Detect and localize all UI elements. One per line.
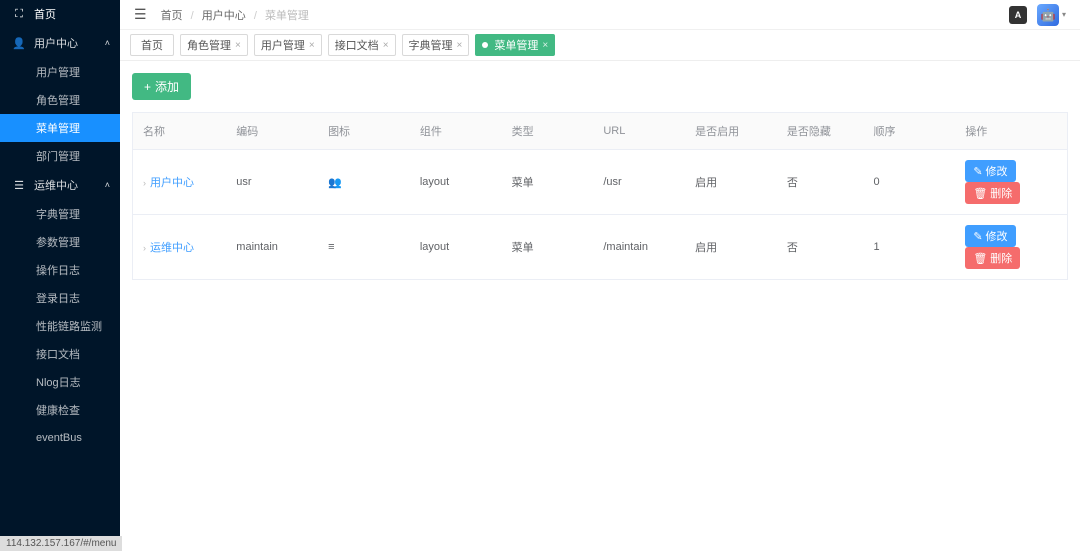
th-code: 编码 bbox=[226, 113, 318, 150]
caret-down-icon: ▾ bbox=[1062, 10, 1066, 19]
row-enabled: 启用 bbox=[685, 215, 777, 280]
th-hidden: 是否隐藏 bbox=[777, 113, 864, 150]
main: ☰ 首页 / 用户中心 / 菜单管理 A 🤖 ▾ 首页 角色管理× 用户管理× … bbox=[120, 0, 1080, 551]
row-hidden: 否 bbox=[777, 215, 864, 280]
sidebar-item-perf[interactable]: 性能链路监测 bbox=[0, 312, 120, 340]
sidebar-item-op-log[interactable]: 操作日志 bbox=[0, 256, 120, 284]
row-icon: ≡ bbox=[318, 215, 410, 280]
expand-caret-icon[interactable]: › bbox=[143, 178, 146, 188]
user-icon: 👤 bbox=[12, 37, 26, 50]
close-icon[interactable]: × bbox=[309, 40, 315, 51]
avatar: 🤖 bbox=[1037, 4, 1059, 26]
close-icon[interactable]: × bbox=[542, 40, 548, 51]
status-bar-url: 114.132.157.167/#/menu bbox=[0, 536, 122, 551]
sidebar: ⛶ 首页 👤 用户中心 ˄ 用户管理 角色管理 菜单管理 部门管理 ☰ 运维中心… bbox=[0, 0, 120, 551]
trash-icon: 🗑 bbox=[973, 187, 987, 200]
sidebar-group-label: 运维中心 bbox=[34, 177, 78, 193]
sidebar-home[interactable]: ⛶ 首页 bbox=[0, 0, 120, 28]
sidebar-item-health[interactable]: 健康检查 bbox=[0, 396, 120, 424]
tab-menu-mgmt[interactable]: 菜单管理× bbox=[475, 34, 555, 56]
row-order: 0 bbox=[864, 150, 956, 215]
sidebar-item-dept-mgmt[interactable]: 部门管理 bbox=[0, 142, 120, 170]
close-icon[interactable]: × bbox=[457, 40, 463, 51]
row-name[interactable]: ›运维中心 bbox=[133, 215, 227, 280]
row-icon: 👥 bbox=[318, 150, 410, 215]
row-type: 菜单 bbox=[502, 150, 594, 215]
th-url: URL bbox=[593, 113, 685, 150]
edit-icon: ✎ bbox=[973, 165, 982, 178]
breadcrumb-current: 菜单管理 bbox=[265, 10, 309, 22]
content-area: + 添加 名称 编码 图标 组件 类型 URL 是否启用 是否隐藏 顺序 bbox=[120, 61, 1080, 551]
collapse-sidebar-icon[interactable]: ☰ bbox=[134, 6, 147, 23]
row-url: /usr bbox=[593, 150, 685, 215]
user-menu[interactable]: 🤖 ▾ bbox=[1037, 4, 1066, 26]
row-order: 1 bbox=[864, 215, 956, 280]
language-toggle[interactable]: A bbox=[1009, 6, 1027, 24]
row-type: 菜单 bbox=[502, 215, 594, 280]
breadcrumb-link[interactable]: 首页 bbox=[161, 10, 183, 22]
th-type: 类型 bbox=[502, 113, 594, 150]
sidebar-item-dict[interactable]: 字典管理 bbox=[0, 200, 120, 228]
delete-button[interactable]: 🗑删除 bbox=[965, 182, 1020, 204]
edit-button[interactable]: ✎修改 bbox=[965, 225, 1015, 247]
row-code: maintain bbox=[226, 215, 318, 280]
dashboard-icon: ⛶ bbox=[12, 8, 26, 21]
sidebar-item-eventbus[interactable]: eventBus bbox=[0, 424, 120, 452]
expand-caret-icon[interactable]: › bbox=[143, 243, 146, 253]
sidebar-item-user-mgmt[interactable]: 用户管理 bbox=[0, 58, 120, 86]
menu-table: 名称 编码 图标 组件 类型 URL 是否启用 是否隐藏 顺序 操作 ›用户中心 bbox=[132, 112, 1068, 280]
th-enabled: 是否启用 bbox=[685, 113, 777, 150]
breadcrumb: 首页 / 用户中心 / 菜单管理 bbox=[161, 7, 309, 23]
table-row: ›运维中心 maintain ≡ layout 菜单 /maintain 启用 … bbox=[133, 215, 1068, 280]
ops-icon: ☰ bbox=[12, 179, 26, 192]
row-component: layout bbox=[410, 150, 502, 215]
table-row: ›用户中心 usr 👥 layout 菜单 /usr 启用 否 0 ✎修改 🗑删… bbox=[133, 150, 1068, 215]
row-name[interactable]: ›用户中心 bbox=[133, 150, 227, 215]
topbar: ☰ 首页 / 用户中心 / 菜单管理 A 🤖 ▾ bbox=[120, 0, 1080, 30]
table-header-row: 名称 编码 图标 组件 类型 URL 是否启用 是否隐藏 顺序 操作 bbox=[133, 113, 1068, 150]
th-actions: 操作 bbox=[955, 113, 1067, 150]
sidebar-group-label: 用户中心 bbox=[34, 35, 78, 51]
tab-api-doc[interactable]: 接口文档× bbox=[328, 34, 396, 56]
row-component: layout bbox=[410, 215, 502, 280]
plus-icon: + bbox=[144, 80, 151, 94]
sidebar-item-login-log[interactable]: 登录日志 bbox=[0, 284, 120, 312]
sidebar-item-nlog[interactable]: Nlog日志 bbox=[0, 368, 120, 396]
tab-role-mgmt[interactable]: 角色管理× bbox=[180, 34, 248, 56]
trash-icon: 🗑 bbox=[973, 252, 987, 265]
edit-button[interactable]: ✎修改 bbox=[965, 160, 1015, 182]
sidebar-item-role-mgmt[interactable]: 角色管理 bbox=[0, 86, 120, 114]
sidebar-home-label: 首页 bbox=[34, 6, 56, 22]
add-button[interactable]: + 添加 bbox=[132, 73, 191, 100]
chevron-up-icon: ˄ bbox=[105, 38, 110, 48]
th-order: 顺序 bbox=[864, 113, 956, 150]
row-actions: ✎修改 🗑删除 bbox=[955, 215, 1067, 280]
close-icon[interactable]: × bbox=[383, 40, 389, 51]
th-component: 组件 bbox=[410, 113, 502, 150]
breadcrumb-link[interactable]: 用户中心 bbox=[202, 10, 246, 22]
tab-home[interactable]: 首页 bbox=[130, 34, 174, 56]
row-actions: ✎修改 🗑删除 bbox=[955, 150, 1067, 215]
close-icon[interactable]: × bbox=[235, 40, 241, 51]
sidebar-group-ops-center[interactable]: ☰ 运维中心 ˄ bbox=[0, 170, 120, 200]
th-icon: 图标 bbox=[318, 113, 410, 150]
row-code: usr bbox=[226, 150, 318, 215]
row-enabled: 启用 bbox=[685, 150, 777, 215]
delete-button[interactable]: 🗑删除 bbox=[965, 247, 1020, 269]
active-dot-icon bbox=[482, 42, 488, 48]
row-hidden: 否 bbox=[777, 150, 864, 215]
th-name: 名称 bbox=[133, 113, 227, 150]
tab-user-mgmt[interactable]: 用户管理× bbox=[254, 34, 322, 56]
tab-dict-mgmt[interactable]: 字典管理× bbox=[402, 34, 470, 56]
sidebar-item-api-doc[interactable]: 接口文档 bbox=[0, 340, 120, 368]
sidebar-item-params[interactable]: 参数管理 bbox=[0, 228, 120, 256]
chevron-up-icon: ˄ bbox=[105, 180, 110, 190]
row-url: /maintain bbox=[593, 215, 685, 280]
sidebar-group-user-center[interactable]: 👤 用户中心 ˄ bbox=[0, 28, 120, 58]
tabs-row: 首页 角色管理× 用户管理× 接口文档× 字典管理× 菜单管理× bbox=[120, 30, 1080, 61]
edit-icon: ✎ bbox=[973, 230, 982, 243]
sidebar-item-menu-mgmt[interactable]: 菜单管理 bbox=[0, 114, 120, 142]
